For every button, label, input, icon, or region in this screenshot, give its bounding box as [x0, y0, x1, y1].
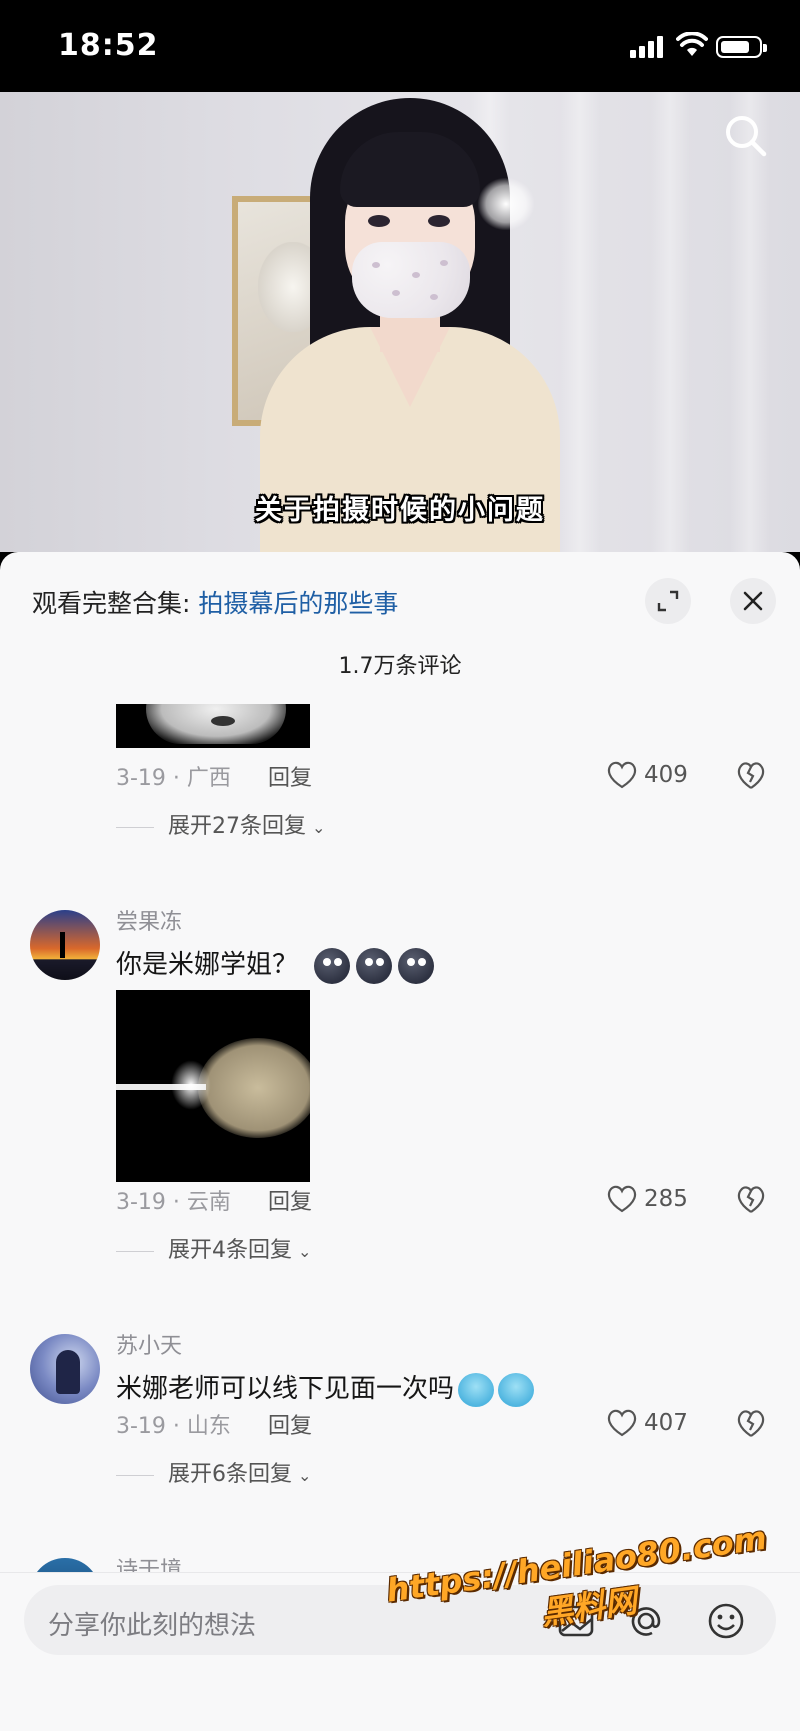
- reply-button[interactable]: 回复: [268, 760, 312, 792]
- battery-icon: [716, 36, 767, 58]
- close-icon: [743, 591, 763, 611]
- expand-replies-label: 展开27条回复: [168, 814, 306, 839]
- collection-prefix: 观看完整合集:: [32, 589, 199, 618]
- comment-username[interactable]: 苏小天: [116, 1328, 182, 1360]
- expand-replies-label: 展开4条回复: [168, 1238, 292, 1263]
- comment-text: 米娜老师可以线下见面一次吗: [116, 1368, 535, 1407]
- expand-replies-label: 展开6条回复: [168, 1462, 292, 1487]
- comment-count: 1.7万条评论: [338, 654, 462, 679]
- wifi-icon: [676, 32, 708, 56]
- comment-image[interactable]: [116, 990, 310, 1182]
- comment-text-content: 米娜老师可以线下见面一次吗: [116, 1374, 455, 1404]
- close-sheet-button[interactable]: [730, 578, 776, 624]
- emoji-icon: [498, 1372, 535, 1407]
- expand-replies-button[interactable]: 展开4条回复 ⌄: [116, 1232, 311, 1264]
- broken-heart-icon[interactable]: [734, 758, 768, 792]
- comment-image[interactable]: [116, 704, 310, 748]
- emoji-icon: [398, 947, 435, 984]
- like-count: 409: [644, 762, 688, 788]
- comment-text: 你是米娜学姐？: [116, 944, 435, 984]
- status-bar: 18:52: [0, 0, 800, 92]
- reply-button[interactable]: 回复: [268, 1184, 312, 1216]
- heart-icon: [607, 1185, 637, 1213]
- video-subtitle: 关于拍摄时候的小问题: [255, 495, 545, 526]
- video-subject: [260, 92, 560, 552]
- comment-meta: 3-19 · 云南: [116, 1190, 231, 1215]
- comment-list[interactable]: 3-19 · 广西 回复 409 展开27条回复 ⌄ 尝果冻 你是米娜学姐？ 3-…: [0, 704, 800, 1592]
- comment-username[interactable]: 尝果冻: [116, 904, 182, 936]
- heart-icon: [607, 761, 637, 789]
- avatar[interactable]: [30, 910, 100, 980]
- signal-icon: [630, 36, 664, 58]
- search-icon[interactable]: [722, 112, 770, 160]
- like-count: 407: [644, 1410, 688, 1436]
- video-player[interactable]: 关于拍摄时候的小问题: [0, 92, 800, 552]
- emoji-icon: [356, 947, 393, 984]
- comment-meta: 3-19 · 山东: [116, 1414, 231, 1439]
- comment-meta: 3-19 · 广西: [116, 766, 231, 791]
- broken-heart-icon[interactable]: [734, 1406, 768, 1440]
- like-button[interactable]: 407: [606, 1406, 706, 1442]
- comment-text-content: 你是米娜学姐？: [116, 950, 299, 980]
- like-button[interactable]: 285: [606, 1182, 706, 1218]
- collection-row[interactable]: 观看完整合集: 拍摄幕后的那些事: [32, 584, 398, 620]
- avatar[interactable]: [30, 1334, 100, 1404]
- chevron-down-icon: ⌄: [298, 1242, 312, 1261]
- emoji-icon: [314, 947, 351, 984]
- heart-icon: [607, 1409, 637, 1437]
- expand-icon: [657, 590, 679, 612]
- expand-replies-button[interactable]: 展开6条回复 ⌄: [116, 1456, 311, 1488]
- expand-replies-button[interactable]: 展开27条回复 ⌄: [116, 808, 325, 840]
- broken-heart-icon[interactable]: [734, 1182, 768, 1216]
- status-time: 18:52: [58, 28, 159, 63]
- chevron-down-icon: ⌄: [312, 818, 326, 837]
- chevron-down-icon: ⌄: [298, 1466, 312, 1485]
- emoji-icon: [458, 1372, 495, 1407]
- like-count: 285: [644, 1186, 688, 1212]
- reply-button[interactable]: 回复: [268, 1408, 312, 1440]
- comment-input-placeholder: 分享你此刻的想法: [48, 1611, 257, 1641]
- collection-link[interactable]: 拍摄幕后的那些事: [198, 589, 398, 618]
- like-button[interactable]: 409: [606, 758, 706, 794]
- expand-sheet-button[interactable]: [645, 578, 691, 624]
